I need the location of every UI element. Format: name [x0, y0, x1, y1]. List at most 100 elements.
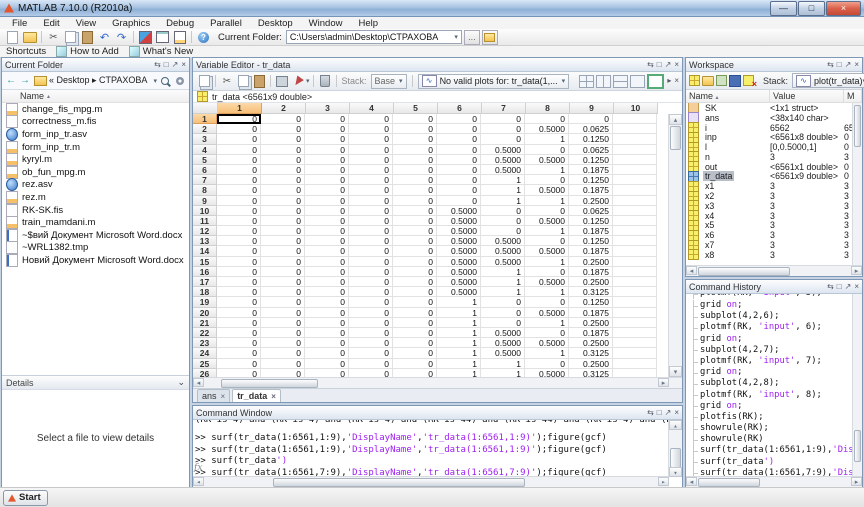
row-header-10[interactable]: 10 [193, 206, 217, 216]
grid-cell[interactable] [613, 196, 657, 206]
current-folder-dropdown-icon[interactable]: ▾ [454, 33, 458, 41]
open-variable-icon[interactable] [702, 75, 714, 87]
grid-cell[interactable]: 0 [305, 114, 349, 124]
row-header-18[interactable]: 18 [193, 287, 217, 297]
history-item[interactable]: grid on; [693, 367, 852, 378]
grid-cell[interactable]: 0 [261, 226, 305, 236]
file-item[interactable]: rez.asv [2, 179, 189, 192]
column-header-2[interactable]: 2 [262, 103, 306, 114]
grid-cell[interactable]: 0 [217, 308, 261, 318]
grid-cell[interactable]: 1 [525, 226, 569, 236]
grid-cell[interactable]: 0 [305, 185, 349, 195]
current-folder-input[interactable]: C:\Users\admin\Desktop\CTPAXOBA ▾ [286, 30, 462, 44]
grid-cell[interactable]: 0.5000 [525, 277, 569, 287]
grid-cell[interactable]: 0 [393, 246, 437, 256]
grid-cell[interactable]: 0 [525, 175, 569, 185]
grid-cell[interactable]: 0 [261, 246, 305, 256]
paste-icon[interactable] [252, 75, 266, 88]
grid-cell[interactable]: 0 [437, 165, 481, 175]
save-workspace-icon[interactable] [729, 75, 741, 87]
grid-cell[interactable]: 0 [481, 226, 525, 236]
grid-cell[interactable]: 0 [349, 155, 393, 165]
brush-dropdown-icon[interactable]: ▾ [306, 77, 310, 85]
grid-cell[interactable]: 0 [305, 175, 349, 185]
column-header-6[interactable]: 6 [438, 103, 482, 114]
layout-hsplit-icon[interactable] [613, 75, 628, 88]
history-item[interactable]: subplot(4,2,8); [693, 378, 852, 389]
grid-cell[interactable]: 0 [393, 328, 437, 338]
row-header-24[interactable]: 24 [193, 348, 217, 358]
undock-icon[interactable]: ↗ [845, 283, 852, 291]
grid-cell[interactable]: 0 [349, 226, 393, 236]
row-header-6[interactable]: 6 [193, 165, 217, 175]
grid-cell[interactable]: 0 [393, 175, 437, 185]
grid-cell[interactable]: 0.5000 [525, 185, 569, 195]
shortcut-whats-new[interactable]: What's New [143, 46, 193, 57]
grid-cell[interactable]: 0.5000 [481, 246, 525, 256]
close-panel-icon[interactable]: × [181, 61, 186, 69]
grid-cell[interactable]: 0 [305, 196, 349, 206]
grid-cell[interactable]: 0 [393, 287, 437, 297]
grid-cell[interactable]: 0 [393, 155, 437, 165]
grid-cell[interactable] [613, 257, 657, 267]
grid-cell[interactable]: 0 [393, 369, 437, 377]
grid-cell[interactable]: 1 [525, 134, 569, 144]
history-item[interactable]: surf(tr_data(1:6561,1:9),'Disp [693, 445, 852, 456]
grid-cell[interactable]: 0 [217, 318, 261, 328]
grid-cell[interactable]: 0 [349, 369, 393, 377]
grid-cell[interactable]: 0 [261, 165, 305, 175]
grid-cell[interactable]: 0 [437, 145, 481, 155]
grid-cell[interactable]: 0 [217, 277, 261, 287]
file-list-header[interactable]: Name ▴ [2, 90, 189, 103]
menu-window[interactable]: Window [301, 18, 351, 29]
close-panel-icon[interactable]: × [854, 61, 859, 69]
grid-cell[interactable]: 0 [569, 114, 613, 124]
menu-view[interactable]: View [68, 18, 104, 29]
history-item[interactable]: showrule(RK) [693, 434, 852, 445]
grid-cell[interactable] [613, 145, 657, 155]
grid-cell[interactable] [613, 369, 657, 377]
workspace-row[interactable]: x833 [686, 250, 862, 260]
undock-icon[interactable]: ↗ [665, 61, 672, 69]
grid-cell[interactable] [613, 338, 657, 348]
grid-cell[interactable]: 0 [349, 277, 393, 287]
grid-cell[interactable]: 0 [481, 134, 525, 144]
grid-cell[interactable]: 0 [393, 216, 437, 226]
grid-cell[interactable]: 0.5000 [525, 124, 569, 134]
column-header-4[interactable]: 4 [350, 103, 394, 114]
grid-cell[interactable]: 0.5000 [481, 165, 525, 175]
grid-cell[interactable]: 0 [393, 267, 437, 277]
menu-debug[interactable]: Debug [158, 18, 202, 29]
grid-cell[interactable]: 0 [393, 114, 437, 124]
grid-cell[interactable]: 0 [393, 134, 437, 144]
grid-cell[interactable]: 0 [393, 124, 437, 134]
grid-cell[interactable]: 0 [261, 328, 305, 338]
grid-cell[interactable]: 0.5000 [481, 338, 525, 348]
grid-cell[interactable]: 0 [261, 267, 305, 277]
row-header-3[interactable]: 3 [193, 134, 217, 144]
grid-cell[interactable]: 0 [349, 338, 393, 348]
file-item[interactable]: ob_fun_mpg.m [2, 166, 189, 179]
row-header-1[interactable]: 1 [193, 114, 217, 124]
grid-cell[interactable]: 0 [525, 359, 569, 369]
grid-cell[interactable]: 0 [305, 236, 349, 246]
grid-cell[interactable]: 0 [305, 348, 349, 358]
grid-cell[interactable]: 0 [349, 206, 393, 216]
grid-cell[interactable]: 0 [481, 308, 525, 318]
grid-cell[interactable] [613, 134, 657, 144]
layout-vsplit-icon[interactable] [596, 75, 611, 88]
grid-cell[interactable]: 0.5000 [437, 226, 481, 236]
grid-cell[interactable]: 1 [437, 348, 481, 358]
grid-cell[interactable]: 0.5000 [525, 308, 569, 318]
history-item[interactable]: plotmf(RK, 'input', 7); [693, 356, 852, 367]
grid-cell[interactable]: 0 [217, 206, 261, 216]
grid-cell[interactable]: 0 [305, 267, 349, 277]
grid-cell[interactable]: 0 [349, 124, 393, 134]
grid-cell[interactable]: 0.5000 [437, 236, 481, 246]
grid-cell[interactable]: 0 [393, 226, 437, 236]
workspace-vertical-scrollbar[interactable] [852, 103, 862, 265]
command-window-horizontal-scrollbar[interactable]: ◂ ▸ [193, 476, 669, 487]
grid-cell[interactable]: 1 [437, 308, 481, 318]
history-item[interactable]: plotmf(RK, 'input', 6); [693, 322, 852, 333]
grid-cell[interactable]: 1 [481, 369, 525, 377]
